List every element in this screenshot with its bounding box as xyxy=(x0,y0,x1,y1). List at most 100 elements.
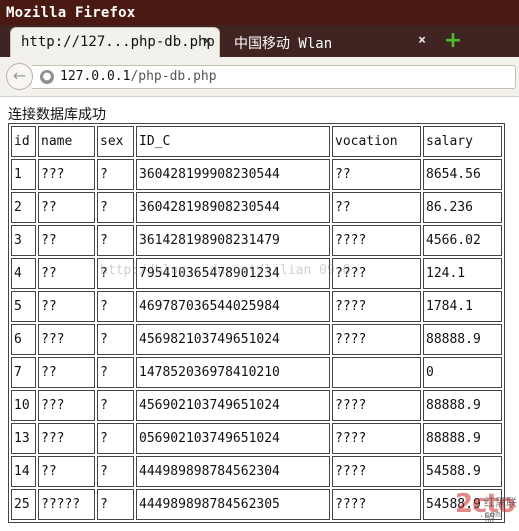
tab-label: http://127...php-db.php xyxy=(21,34,215,50)
table-cell: ? xyxy=(97,159,134,190)
tab-strip: http://127...php-db.php × 中国移动 Wlan × + xyxy=(0,25,519,57)
site-logo-url: .com xyxy=(479,510,501,520)
table-cell: ???? xyxy=(332,291,421,322)
table-cell: 14 xyxy=(11,456,36,487)
table-cell: ?? xyxy=(38,258,95,289)
tab-wlan[interactable]: 中国移动 Wlan × xyxy=(224,27,434,57)
table-cell: ? xyxy=(97,291,134,322)
table-cell: ???? xyxy=(332,324,421,355)
table-cell: ?? xyxy=(332,192,421,223)
table-cell: ??? xyxy=(38,159,95,190)
url-text[interactable]: 127.0.0.1/php-db.php xyxy=(60,69,217,84)
table-cell: ???? xyxy=(332,258,421,289)
table-row: 1???? 360428199908230544?? 8654.56 xyxy=(11,159,502,190)
table-cell: 54588.9 xyxy=(423,456,502,487)
table-cell: 469787036544025984 xyxy=(136,291,330,322)
window-title: Mozilla Firefox xyxy=(0,0,519,25)
table-cell: 1784.1 xyxy=(423,291,502,322)
table-cell: ? xyxy=(97,390,134,421)
table-cell: 3 xyxy=(11,225,36,256)
employee-table: id name sex ID_C vocation salary 1???? 36042819… xyxy=(8,123,505,523)
table-row: 13???? 056902103749651024???? 88888.9 xyxy=(11,423,502,454)
table-cell: 8654.56 xyxy=(423,159,502,190)
url-path: /php-db.php xyxy=(130,69,217,84)
table-cell: 147852036978410210 xyxy=(136,357,330,388)
table-cell: 0 xyxy=(423,357,502,388)
column-header: vocation xyxy=(332,126,421,157)
table-cell: 444989898784562305 xyxy=(136,489,330,520)
table-cell: 1 xyxy=(11,159,36,190)
table-cell: 7 xyxy=(11,357,36,388)
table-row: 3??? 361428198908231479???? 4566.02 xyxy=(11,225,502,256)
column-header: sex xyxy=(97,126,134,157)
table-cell xyxy=(332,357,421,388)
table-cell: ?? xyxy=(38,291,95,322)
table-cell: ???? xyxy=(332,423,421,454)
table-cell: ??? xyxy=(38,390,95,421)
table-cell: 86.236 xyxy=(423,192,502,223)
table-row: 7??? 147852036978410210 0 xyxy=(11,357,502,388)
table-row: 6???? 456982103749651024???? 88888.9 xyxy=(11,324,502,355)
table-cell: 4566.02 xyxy=(423,225,502,256)
table-cell: ? xyxy=(97,456,134,487)
url-host: 127.0.0.1 xyxy=(60,69,131,84)
table-cell: ? xyxy=(97,324,134,355)
column-header: ID_C xyxy=(136,126,330,157)
table-cell: ? xyxy=(97,258,134,289)
table-row: 25?????? 444989898784562305???? 54588.9 xyxy=(11,489,502,520)
table-cell: ????? xyxy=(38,489,95,520)
table-row: 14??? 444989898784562304???? 54588.9 xyxy=(11,456,502,487)
column-header: name xyxy=(38,126,95,157)
table-cell: ?? xyxy=(38,456,95,487)
table-cell: 4 xyxy=(11,258,36,289)
table-row: 2??? 360428198908230544?? 86.236 xyxy=(11,192,502,223)
tab-label: 中国移动 Wlan xyxy=(234,36,333,52)
table-cell: 795410365478901234 xyxy=(136,258,330,289)
table-cell: 25 xyxy=(11,489,36,520)
table-cell: 88888.9 xyxy=(423,390,502,421)
table-cell: 456902103749651024 xyxy=(136,390,330,421)
column-header: salary xyxy=(423,126,502,157)
table-cell: ? xyxy=(97,225,134,256)
table-cell: 5 xyxy=(11,291,36,322)
table-cell: ? xyxy=(97,489,134,520)
table-row: 5??? 469787036544025984???? 1784.1 xyxy=(11,291,502,322)
table-cell: ?? xyxy=(38,192,95,223)
close-icon[interactable]: × xyxy=(418,33,426,48)
table-cell: ?? xyxy=(38,225,95,256)
table-cell: ?? xyxy=(332,159,421,190)
table-cell: 056902103749651024 xyxy=(136,423,330,454)
table-cell: ??? xyxy=(38,324,95,355)
table-cell: ??? xyxy=(38,423,95,454)
table-cell: ? xyxy=(97,357,134,388)
table-cell: 88888.9 xyxy=(423,324,502,355)
table-cell: ???? xyxy=(332,225,421,256)
table-cell: ?? xyxy=(38,357,95,388)
table-cell: 124.1 xyxy=(423,258,502,289)
table-cell: ???? xyxy=(332,390,421,421)
new-tab-plus-icon[interactable]: + xyxy=(441,30,465,54)
table-cell: 2 xyxy=(11,192,36,223)
table-cell: ? xyxy=(97,423,134,454)
back-arrow-icon[interactable]: ← xyxy=(6,63,33,90)
table-cell: 444989898784562304 xyxy=(136,456,330,487)
connection-status: 连接数据库成功 xyxy=(8,107,106,123)
table-cell: 88888.9 xyxy=(423,423,502,454)
tab-php-db[interactable]: http://127...php-db.php × xyxy=(10,27,220,57)
close-icon[interactable]: × xyxy=(203,34,211,49)
table-cell: ???? xyxy=(332,456,421,487)
table-cell: 456982103749651024 xyxy=(136,324,330,355)
globe-icon: ● xyxy=(40,70,54,84)
table-cell: 360428199908230544 xyxy=(136,159,330,190)
table-cell: 6 xyxy=(11,324,36,355)
table-cell: 360428198908230544 xyxy=(136,192,330,223)
column-header: id xyxy=(11,126,36,157)
table-row: 10???? 456902103749651024???? 88888.9 xyxy=(11,390,502,421)
table-cell: ???? xyxy=(332,489,421,520)
table-cell: 361428198908231479 xyxy=(136,225,330,256)
navigation-bar: ← ● 127.0.0.1/php-db.php xyxy=(0,57,519,97)
table-row: 4??? 795410365478901234???? 124.1 xyxy=(11,258,502,289)
table-cell: 10 xyxy=(11,390,36,421)
table-header-row: id name sex ID_C vocation salary xyxy=(11,126,502,157)
table-cell: ? xyxy=(97,192,134,223)
